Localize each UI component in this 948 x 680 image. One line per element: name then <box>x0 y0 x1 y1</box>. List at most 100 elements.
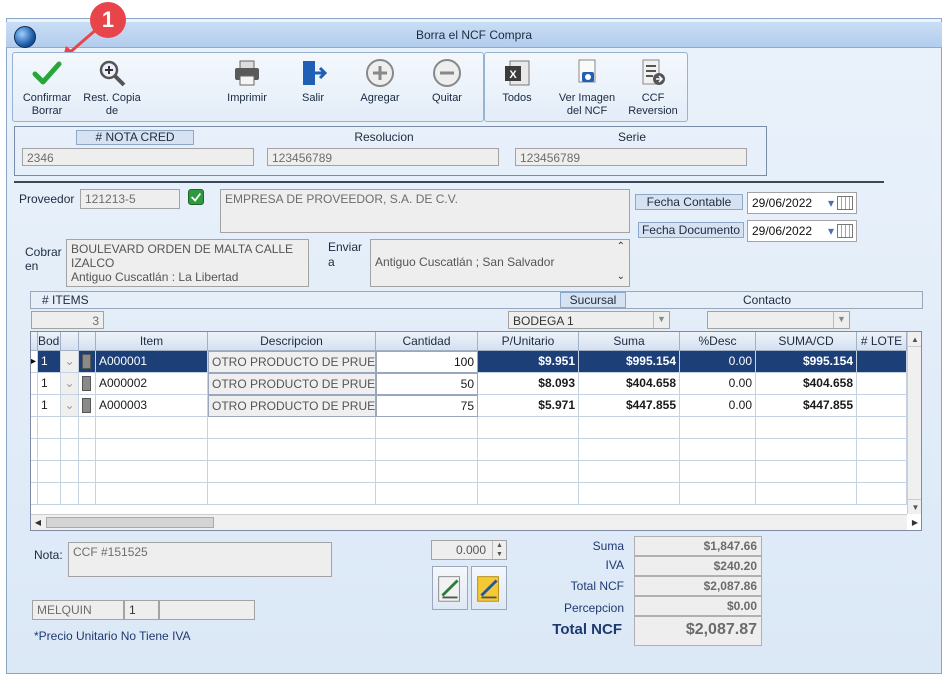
cell-suma[interactable]: $404.658 <box>579 373 680 395</box>
vertical-scrollbar[interactable]: ▲ ▼ <box>907 332 921 514</box>
row-indicator[interactable] <box>31 417 38 439</box>
cell-descripcion[interactable]: OTRO PRODUCTO DE PRUEBA <box>208 373 376 395</box>
resolucion-field[interactable]: 123456789 <box>267 148 499 166</box>
row-indicator[interactable] <box>31 439 38 461</box>
cell-marker[interactable] <box>79 373 96 395</box>
cell-bodega[interactable]: 1 <box>38 373 61 395</box>
cell-descripcion[interactable]: OTRO PRODUCTO DE PRUEBA <box>208 395 376 417</box>
cell-sumacd[interactable]: $447.855 <box>756 395 857 417</box>
contacto-select[interactable]: ▼ <box>707 311 850 329</box>
chevron-down-icon[interactable]: ⌄ <box>617 270 625 284</box>
cobrar-address-field[interactable]: BOULEVARD ORDEN DE MALTA CALLE IZALCO An… <box>66 239 309 287</box>
cell-desc[interactable]: 0.00 <box>680 395 756 417</box>
row-indicator[interactable] <box>31 373 38 395</box>
col-item-header[interactable]: Item <box>96 332 208 351</box>
cell-cantidad[interactable] <box>376 417 478 439</box>
col-bodega-header[interactable]: Bodega <box>38 332 61 351</box>
agregar-button[interactable]: Agregar <box>354 58 406 105</box>
col-cantidad-header[interactable]: Cantidad <box>376 332 478 351</box>
cell-marker[interactable] <box>79 417 96 439</box>
fecha-documento-picker[interactable]: 29/06/2022 ▾ <box>747 220 857 242</box>
cell-desc[interactable] <box>680 417 756 439</box>
cell-descripcion[interactable] <box>208 461 376 483</box>
col-desc-header[interactable]: %Desc <box>680 332 756 351</box>
cell-punitario[interactable]: $5.971 <box>478 395 579 417</box>
cell-punitario[interactable] <box>478 483 579 505</box>
nota-field[interactable]: CCF #151525 <box>68 542 332 577</box>
edit-note-button[interactable] <box>432 566 468 610</box>
cell-bodega[interactable] <box>38 417 61 439</box>
edit-yellow-button[interactable] <box>471 566 507 610</box>
chevron-down-icon[interactable]: ▼ <box>833 312 849 328</box>
cell-suma[interactable] <box>579 417 680 439</box>
cell-desc[interactable]: 0.00 <box>680 373 756 395</box>
chevron-down-icon[interactable]: ▼ <box>653 312 669 328</box>
table-row[interactable] <box>31 483 907 505</box>
cell-cantidad[interactable]: 50 <box>376 373 478 395</box>
col-sumacd-header[interactable]: SUMA/CD <box>756 332 857 351</box>
ccf-reversion-button[interactable]: CCF Reversion <box>626 58 680 118</box>
cell-suma[interactable] <box>579 483 680 505</box>
cell-punitario[interactable]: $8.093 <box>478 373 579 395</box>
proveedor-name-field[interactable]: EMPRESA DE PROVEEDOR, S.A. DE C.V. <box>220 189 630 233</box>
cell-dropdown[interactable] <box>61 417 79 439</box>
cell-cantidad[interactable] <box>376 483 478 505</box>
scroll-right-icon[interactable]: ▶ <box>907 515 921 530</box>
cell-sumacd[interactable] <box>756 461 857 483</box>
cell-bodega[interactable] <box>38 483 61 505</box>
cell-bodega[interactable]: 1 <box>38 351 61 373</box>
serie-field[interactable]: 123456789 <box>515 148 747 166</box>
col-punitario-header[interactable]: P/Unitario <box>478 332 579 351</box>
chevron-down-icon[interactable]: ⌄ <box>61 373 79 395</box>
salir-button[interactable]: Salir <box>290 58 336 105</box>
cell-cantidad[interactable]: 100 <box>376 351 478 373</box>
cell-marker[interactable] <box>79 395 96 417</box>
table-row[interactable] <box>31 417 907 439</box>
cell-sumacd[interactable] <box>756 439 857 461</box>
enviar-address-field[interactable]: Antiguo Cuscatlán ; San Salvador ⌃ ⌄ <box>370 239 630 287</box>
cell-lote[interactable] <box>857 461 907 483</box>
cell-desc[interactable] <box>680 483 756 505</box>
rest-copia-button[interactable]: Rest. Copia de <box>80 58 144 118</box>
horizontal-scrollbar[interactable]: ◀ ▶ <box>31 514 918 530</box>
cell-suma[interactable] <box>579 461 680 483</box>
table-row[interactable]: 1 ⌄ A000003 OTRO PRODUCTO DE PRUEBA 75 $5.971… <box>31 395 907 417</box>
cell-lote[interactable] <box>857 373 907 395</box>
cell-punitario[interactable] <box>478 417 579 439</box>
imprimir-button[interactable]: Imprimir <box>220 58 274 105</box>
cell-item[interactable] <box>96 461 208 483</box>
cell-bodega[interactable] <box>38 439 61 461</box>
desc-spinner[interactable]: 0.000 ▲ ▼ <box>431 540 507 560</box>
spinner-down-icon[interactable]: ▼ <box>492 550 506 559</box>
scroll-down-icon[interactable]: ▼ <box>908 499 921 514</box>
cell-dropdown[interactable] <box>61 461 79 483</box>
cell-sumacd[interactable]: $995.154 <box>756 351 857 373</box>
cell-suma[interactable]: $447.855 <box>579 395 680 417</box>
cell-desc[interactable]: 0.00 <box>680 351 756 373</box>
cell-cantidad[interactable]: 75 <box>376 395 478 417</box>
cell-marker[interactable] <box>79 351 96 373</box>
cell-item[interactable] <box>96 483 208 505</box>
row-indicator[interactable] <box>31 395 38 417</box>
cell-sumacd[interactable] <box>756 483 857 505</box>
table-row[interactable] <box>31 461 907 483</box>
cell-bodega[interactable]: 1 <box>38 395 61 417</box>
scroll-up-icon[interactable]: ▲ <box>908 332 921 347</box>
fecha-contable-picker[interactable]: 29/06/2022 ▾ <box>747 192 857 214</box>
scroll-thumb[interactable] <box>46 517 214 528</box>
spinner-up-icon[interactable]: ▲ <box>492 541 506 550</box>
cell-desc[interactable] <box>680 461 756 483</box>
todos-button[interactable]: X Todos <box>494 58 540 105</box>
scroll-left-icon[interactable]: ◀ <box>31 515 45 530</box>
cell-sumacd[interactable] <box>756 417 857 439</box>
chevron-down-icon[interactable]: ▾ <box>828 223 834 239</box>
verified-check-icon[interactable] <box>188 189 204 205</box>
cell-descripcion[interactable] <box>208 483 376 505</box>
nota-cred-field[interactable]: 2346 <box>22 148 254 166</box>
quitar-button[interactable]: Quitar <box>424 58 470 105</box>
row-indicator[interactable] <box>31 461 38 483</box>
chevron-down-icon[interactable]: ▾ <box>828 195 834 211</box>
cell-lote[interactable] <box>857 351 907 373</box>
cell-suma[interactable]: $995.154 <box>579 351 680 373</box>
cell-bodega[interactable] <box>38 461 61 483</box>
